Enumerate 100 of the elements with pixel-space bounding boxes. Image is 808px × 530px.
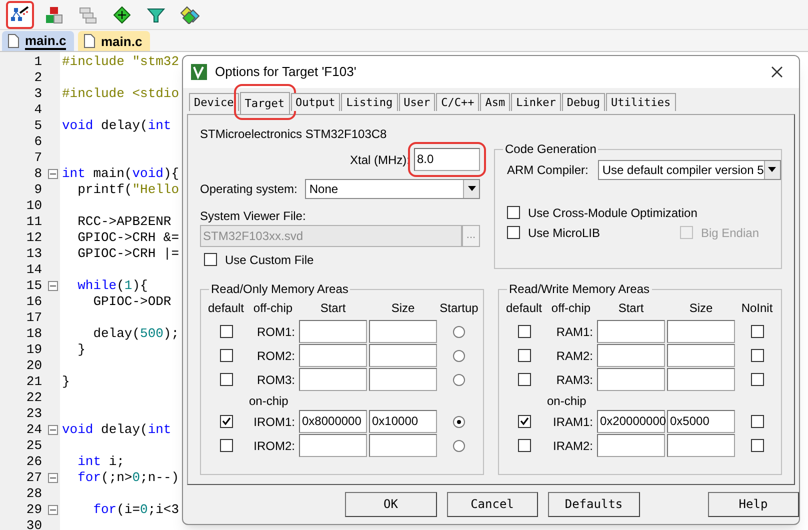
default-checkbox[interactable]: [220, 439, 232, 452]
fold-toggle-icon[interactable]: [48, 425, 58, 435]
tab[interactable]: User: [398, 93, 436, 112]
field-label: ARM Compiler:: [507, 162, 588, 179]
column-header: Size: [390, 300, 416, 317]
file-tab[interactable]: main.c: [78, 31, 150, 51]
start-field[interactable]: [597, 320, 665, 344]
line-number: 1: [34, 54, 42, 70]
file-tab[interactable]: main.c: [2, 31, 74, 51]
start-field[interactable]: [299, 344, 367, 368]
line-number: 11: [26, 214, 42, 230]
start-field[interactable]: [597, 434, 665, 458]
code-line: void delay(int: [62, 118, 172, 133]
field-label: Operating system:: [200, 180, 298, 198]
fold-toggle-icon[interactable]: [48, 473, 58, 483]
fold-toggle-icon[interactable]: [48, 169, 58, 179]
start-field[interactable]: [597, 368, 665, 392]
line-number: 29: [26, 502, 42, 518]
code-line: printf("Hello: [76, 182, 180, 197]
size-field[interactable]: [667, 320, 735, 344]
startup-radio[interactable]: [453, 326, 465, 338]
document-icon: [8, 34, 19, 48]
default-checkbox[interactable]: [518, 415, 530, 428]
column-header: NoInit: [740, 300, 774, 317]
os-dropdown[interactable]: None: [305, 178, 480, 199]
tab[interactable]: Device: [189, 93, 239, 112]
toolbar-button[interactable]: [113, 6, 131, 24]
dialog-button[interactable]: Help: [708, 492, 799, 517]
dialog-button[interactable]: OK: [345, 492, 436, 517]
line-number: 10: [26, 198, 42, 214]
tab[interactable]: Debug: [562, 93, 605, 112]
fold-toggle-icon[interactable]: [48, 281, 58, 291]
tab[interactable]: Output: [290, 93, 340, 112]
default-checkbox[interactable]: [220, 349, 232, 362]
default-checkbox[interactable]: [518, 325, 530, 338]
tab[interactable]: C/C++: [436, 93, 480, 112]
noinit-checkbox[interactable]: [750, 325, 764, 338]
dialog-button[interactable]: Defaults: [548, 492, 640, 517]
window-title: Options for Target 'F103': [215, 63, 358, 82]
start-field[interactable]: 0x8000000: [299, 410, 367, 434]
startup-radio[interactable]: [453, 416, 465, 428]
line-number: 26: [26, 454, 42, 470]
tab[interactable]: Listing: [341, 93, 398, 112]
size-field[interactable]: [667, 434, 735, 458]
size-field[interactable]: [369, 434, 437, 458]
default-checkbox[interactable]: [220, 415, 232, 428]
line-number: 21: [26, 374, 42, 390]
tab[interactable]: Target: [240, 92, 290, 114]
code-line: int main(void){: [62, 166, 180, 181]
size-field[interactable]: [369, 320, 437, 344]
start-field[interactable]: [299, 434, 367, 458]
column-header: default: [504, 300, 544, 317]
default-checkbox[interactable]: [518, 349, 530, 362]
start-field[interactable]: [299, 368, 367, 392]
start-field[interactable]: [597, 344, 665, 368]
start-field[interactable]: 0x20000000: [597, 410, 665, 434]
line-number: 28: [26, 486, 42, 502]
size-field[interactable]: [667, 344, 735, 368]
code-line: for(;n>0;n--): [76, 470, 180, 485]
compiler-dropdown[interactable]: Use default compiler version 5: [598, 160, 781, 180]
size-field[interactable]: [667, 368, 735, 392]
startup-radio[interactable]: [453, 374, 465, 386]
default-checkbox[interactable]: [220, 325, 232, 338]
start-field[interactable]: [299, 320, 367, 344]
on-chip-label: on-chip: [547, 392, 586, 410]
toolbar-button[interactable]: [180, 6, 200, 24]
line-number: 19: [26, 342, 42, 358]
startup-radio[interactable]: [453, 350, 465, 362]
checkbox[interactable]: [204, 253, 217, 266]
default-checkbox[interactable]: [220, 373, 232, 386]
size-field[interactable]: [369, 344, 437, 368]
size-field[interactable]: [369, 368, 437, 392]
checkbox[interactable]: [507, 206, 520, 220]
line-number: 5: [34, 118, 42, 134]
memory-label: IRAM2:: [552, 438, 594, 455]
dialog-button[interactable]: Cancel: [446, 492, 538, 517]
noinit-checkbox[interactable]: [750, 373, 764, 386]
check-icon: [520, 417, 528, 426]
tab[interactable]: Utilities: [606, 93, 676, 112]
default-checkbox[interactable]: [518, 439, 530, 452]
noinit-checkbox[interactable]: [750, 439, 764, 452]
default-checkbox[interactable]: [518, 373, 530, 386]
windows-icon: [79, 6, 97, 24]
noinit-checkbox[interactable]: [750, 349, 764, 362]
checkbox[interactable]: [507, 226, 520, 240]
fold-toggle-icon[interactable]: [48, 505, 58, 515]
size-field[interactable]: 0x10000: [369, 410, 437, 434]
tab[interactable]: Asm: [480, 93, 510, 112]
line-number: 27: [26, 470, 42, 486]
line-number: 17: [26, 310, 42, 326]
tab[interactable]: Linker: [511, 93, 561, 112]
size-field[interactable]: 0x5000: [667, 410, 735, 434]
close-icon: [771, 66, 783, 78]
toolbar-button[interactable]: [147, 6, 165, 24]
xtal-field[interactable]: 8.0: [414, 148, 480, 172]
column-header: default: [206, 300, 246, 317]
line-number: 16: [26, 294, 42, 310]
startup-radio[interactable]: [453, 440, 465, 452]
noinit-checkbox[interactable]: [750, 415, 764, 428]
code-line: while(1){: [76, 278, 148, 293]
